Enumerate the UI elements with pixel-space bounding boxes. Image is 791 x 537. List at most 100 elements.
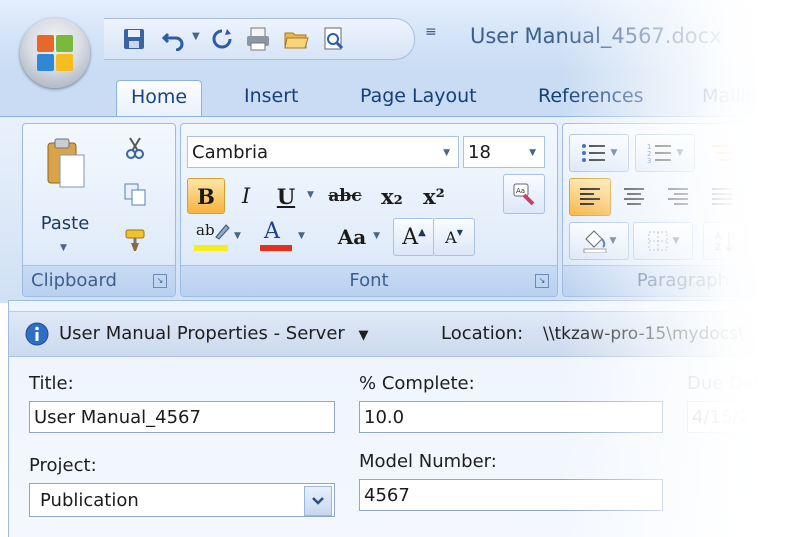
justify-button[interactable]	[701, 178, 743, 216]
highlight-dropdown-icon: ▼	[234, 231, 241, 241]
superscript-button[interactable]: x²	[413, 178, 455, 214]
print-preview-icon[interactable]	[320, 25, 348, 53]
paste-dropdown-icon: ▼	[60, 243, 67, 253]
paste-button[interactable]: Paste ▼	[29, 130, 101, 260]
undo-icon[interactable]	[160, 25, 188, 53]
open-icon[interactable]	[282, 25, 310, 53]
font-color-button[interactable]: A ▼	[253, 218, 311, 256]
italic-button[interactable]: I	[227, 178, 265, 214]
multilevel-list-icon[interactable]	[701, 134, 743, 172]
change-case-button[interactable]: Aa ▼	[321, 218, 383, 256]
office-logo-icon	[37, 35, 73, 71]
sort-icon[interactable]: AZ	[703, 222, 745, 260]
paste-label: Paste	[40, 213, 90, 234]
percent-complete-label: % Complete:	[359, 373, 475, 394]
model-number-field[interactable]: 4567	[359, 479, 663, 511]
align-center-button[interactable]	[613, 178, 655, 216]
font-name-combo[interactable]: Cambria ▼	[187, 136, 459, 168]
underline-dropdown-icon[interactable]: ▼	[307, 190, 314, 200]
cut-icon[interactable]	[117, 130, 153, 166]
copy-icon[interactable]	[117, 176, 153, 212]
clear-formatting-icon[interactable]: Aa	[503, 174, 545, 214]
subscript-button[interactable]: x₂	[371, 178, 413, 214]
borders-button[interactable]: ▼	[633, 222, 693, 260]
bullets-button[interactable]: ▼	[569, 134, 629, 172]
tab-home[interactable]: Home	[116, 80, 203, 117]
undo-dropdown-icon[interactable]: ▼	[192, 31, 200, 42]
location-value[interactable]: \\tkzaw-pro-15\mydocs\	[539, 318, 791, 350]
properties-view-dropdown[interactable]: User Manual Properties - Server ▼	[59, 312, 369, 356]
properties-view-dropdown-icon: ▼	[358, 328, 369, 343]
shading-bucket-icon	[583, 230, 607, 253]
font-color-dropdown-icon: ▼	[298, 231, 305, 241]
highlight-color-swatch	[194, 245, 228, 251]
numbering-button[interactable]: 123 ▼	[635, 134, 695, 172]
ribbon-tabs: Home Insert Page Layout References Maili…	[0, 72, 791, 117]
grow-font-button[interactable]: A ▲	[393, 218, 435, 256]
ribbon: Paste ▼ Clipboard ↘ Cambria ▼ 18 ▼ B I U…	[0, 116, 791, 303]
format-painter-icon[interactable]	[117, 222, 153, 258]
title-label: Title:	[29, 373, 74, 394]
quick-access-toolbar: ▼	[104, 18, 415, 60]
numbering-icon: 123	[647, 143, 671, 164]
due-date-label: Due Date:	[687, 373, 779, 394]
document-title: User Manual_4567.docx	[470, 24, 722, 48]
properties-header-title: User Manual Properties - Server	[59, 323, 345, 344]
svg-text:A: A	[715, 232, 722, 242]
font-size-dropdown-icon[interactable]: ▼	[529, 137, 536, 167]
svg-text:Aa: Aa	[516, 187, 525, 195]
save-icon[interactable]	[120, 25, 148, 53]
font-launcher-icon[interactable]: ↘	[535, 274, 549, 288]
due-date-field[interactable]: 4/15/2007	[687, 401, 791, 433]
strikethrough-button[interactable]: abc	[321, 178, 369, 214]
project-dropdown-button[interactable]	[304, 486, 332, 516]
borders-icon	[648, 231, 668, 251]
redo-icon[interactable]	[208, 25, 236, 53]
align-left-button[interactable]	[569, 178, 611, 216]
tab-references[interactable]: References	[524, 80, 658, 116]
highlight-button[interactable]: ab ▼	[187, 218, 245, 256]
shading-button[interactable]: ▼	[569, 222, 629, 260]
title-field[interactable]: User Manual_4567	[29, 401, 335, 433]
info-icon	[25, 322, 49, 346]
align-right-icon	[668, 188, 688, 205]
percent-complete-field[interactable]: 10.0	[359, 401, 663, 433]
properties-header-bar: User Manual Properties - Server ▼ Locati…	[9, 311, 791, 357]
justify-icon	[712, 188, 732, 205]
project-label: Project:	[29, 455, 97, 476]
align-left-icon	[580, 188, 600, 205]
tab-insert[interactable]: Insert	[230, 80, 313, 116]
font-color-swatch	[260, 245, 292, 251]
tab-mailings[interactable]: Mailings	[688, 80, 791, 116]
font-group: Cambria ▼ 18 ▼ B I U ▼ abc x₂ x² Aa ab ▼…	[180, 123, 558, 297]
word-window: ▼ ≡ User Manual_4567.docx Home Insert Pa…	[0, 0, 791, 537]
clipboard-launcher-icon[interactable]: ↘	[153, 274, 167, 288]
shrink-font-button[interactable]: A ▼	[433, 218, 475, 256]
underline-button[interactable]: U	[267, 178, 305, 214]
font-name-value: Cambria	[192, 142, 268, 163]
customize-quick-access-button[interactable]: ≡	[425, 24, 437, 40]
document-information-panel: User Manual Properties - Server ▼ Locati…	[8, 300, 791, 537]
font-size-combo[interactable]: 18 ▼	[463, 136, 545, 168]
svg-text:Z: Z	[715, 243, 721, 253]
change-case-dropdown-icon: ▼	[373, 231, 380, 241]
office-button[interactable]	[20, 18, 90, 88]
model-number-label: Model Number:	[359, 451, 497, 472]
font-name-dropdown-icon[interactable]: ▼	[443, 137, 450, 167]
font-group-label: Font	[181, 265, 557, 296]
font-size-value: 18	[468, 142, 491, 163]
align-center-icon	[624, 188, 644, 205]
highlighter-pen-icon	[215, 224, 230, 240]
paste-icon	[47, 138, 85, 188]
bold-button[interactable]: B	[187, 178, 225, 214]
paragraph-group-label: Paragraph	[563, 265, 791, 296]
chevron-down-icon	[312, 497, 324, 505]
project-select[interactable]: Publication	[29, 483, 335, 517]
print-icon[interactable]	[244, 25, 272, 53]
align-right-button[interactable]	[657, 178, 699, 216]
clipboard-group: Paste ▼ Clipboard ↘	[22, 123, 176, 297]
tab-page-layout[interactable]: Page Layout	[346, 80, 491, 116]
paragraph-group: ▼ 123 ▼ ▼ ▼ A Z Paragraph	[562, 123, 791, 297]
bullets-icon	[581, 144, 605, 162]
title-bar: ▼ ≡ User Manual_4567.docx	[0, 0, 791, 72]
